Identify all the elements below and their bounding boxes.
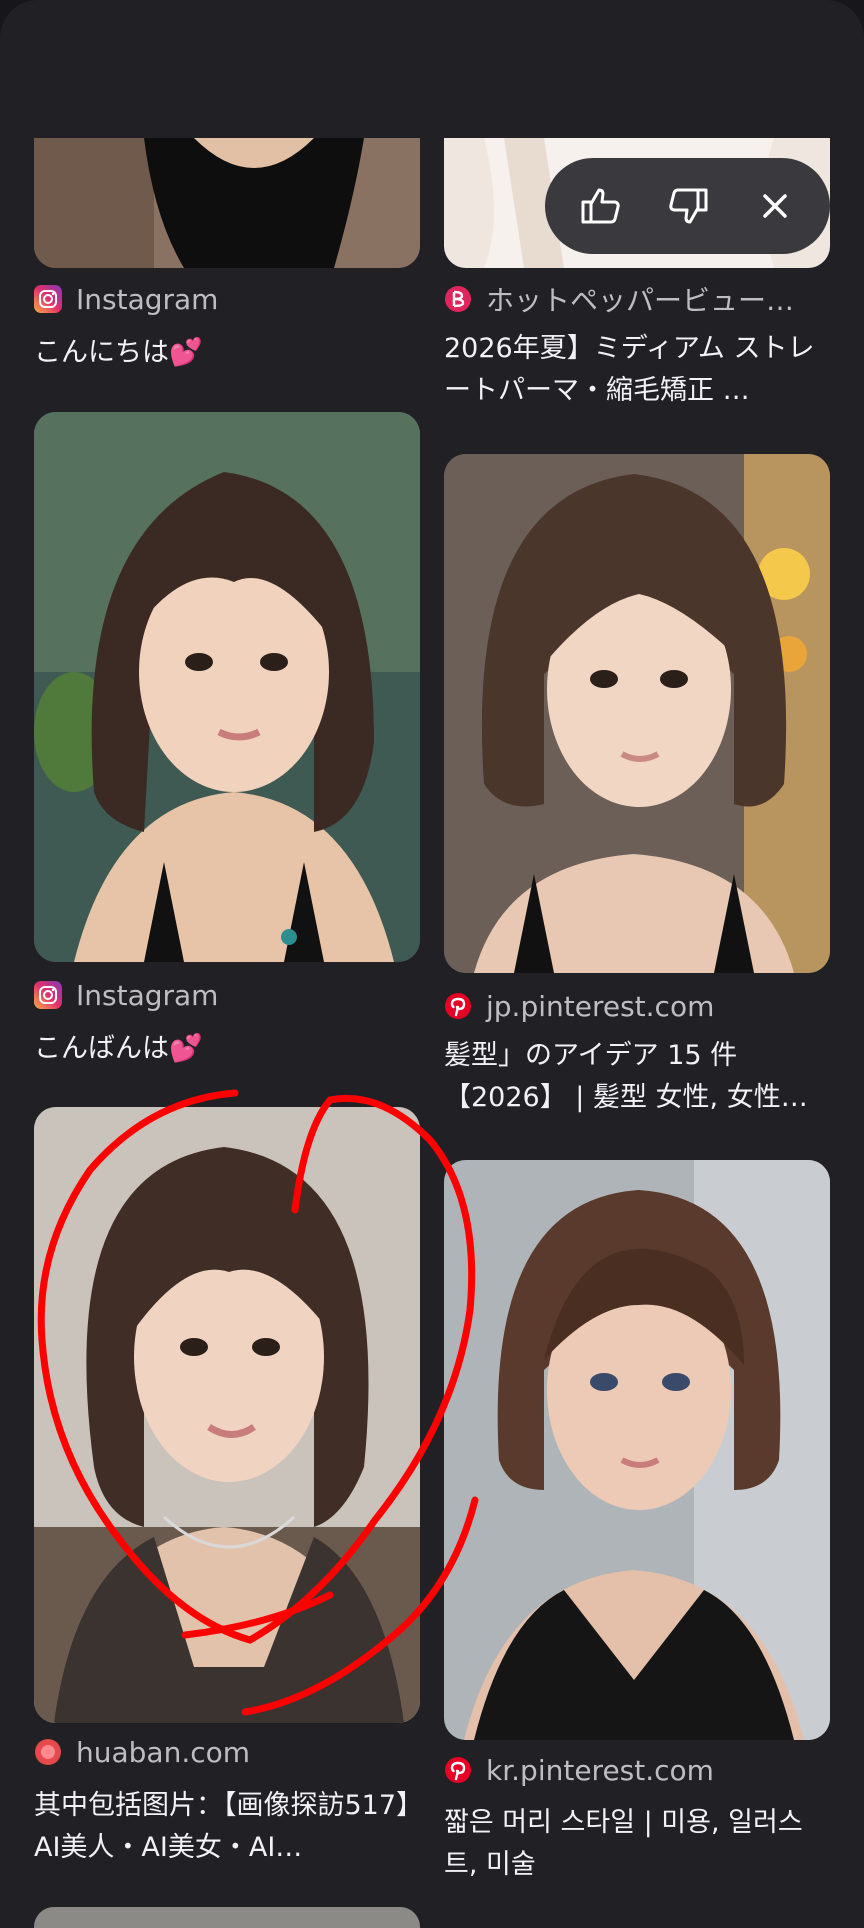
result-title[interactable]: 其中包括图片：【画像探訪517】AI美人・AI美女・AI… [34,1785,420,1869]
thumb-down-icon[interactable] [658,176,718,236]
result-source[interactable]: kr.pinterest.com [444,1752,830,1788]
close-icon[interactable] [745,176,805,236]
result-title[interactable]: こんにちは💕 [34,332,420,374]
result-image-partial[interactable] [34,1907,420,1928]
result-image[interactable] [34,412,420,962]
result-source[interactable]: ホットペッパービュー… [444,281,830,317]
result-source-label: Instagram [76,978,219,1012]
result-source[interactable]: huaban.com [34,1734,420,1770]
pinterest-icon [444,1756,472,1784]
hotpepper-beauty-icon [444,285,472,313]
result-source-label: huaban.com [76,1735,251,1769]
thumb-up-icon[interactable] [571,176,631,236]
result-image[interactable] [444,1160,830,1740]
pinterest-icon [444,992,472,1020]
result-image[interactable] [34,1107,420,1723]
result-title[interactable]: 짧은 머리 스타일 | 미용, 일러스트, 미술 [444,1802,830,1886]
result-title[interactable]: 髪型」のアイデア 15 件【2026】 | 髪型 女性, 女性… [444,1035,830,1119]
result-source-label: Instagram [76,282,219,316]
huaban-icon [34,1738,62,1766]
result-source-label: ホットペッパービュー… [486,284,795,317]
result-title[interactable]: 2026年夏】ミディアム ストレートパーマ・縮毛矯正 … [444,328,830,412]
instagram-icon [34,981,62,1009]
result-title[interactable]: こんばんは💕 [34,1028,420,1070]
result-image[interactable] [444,454,830,973]
result-source[interactable]: Instagram [34,977,420,1013]
feedback-pill [545,158,830,254]
result-source-label: kr.pinterest.com [486,1753,714,1787]
result-source-label: jp.pinterest.com [486,989,715,1023]
instagram-icon [34,285,62,313]
result-source[interactable]: Instagram [34,281,420,317]
result-source[interactable]: jp.pinterest.com [444,988,830,1024]
result-image[interactable] [34,138,420,268]
results-sheet: Instagram こんにちは💕 Instagram こんばんは💕 huaban… [0,0,864,1928]
